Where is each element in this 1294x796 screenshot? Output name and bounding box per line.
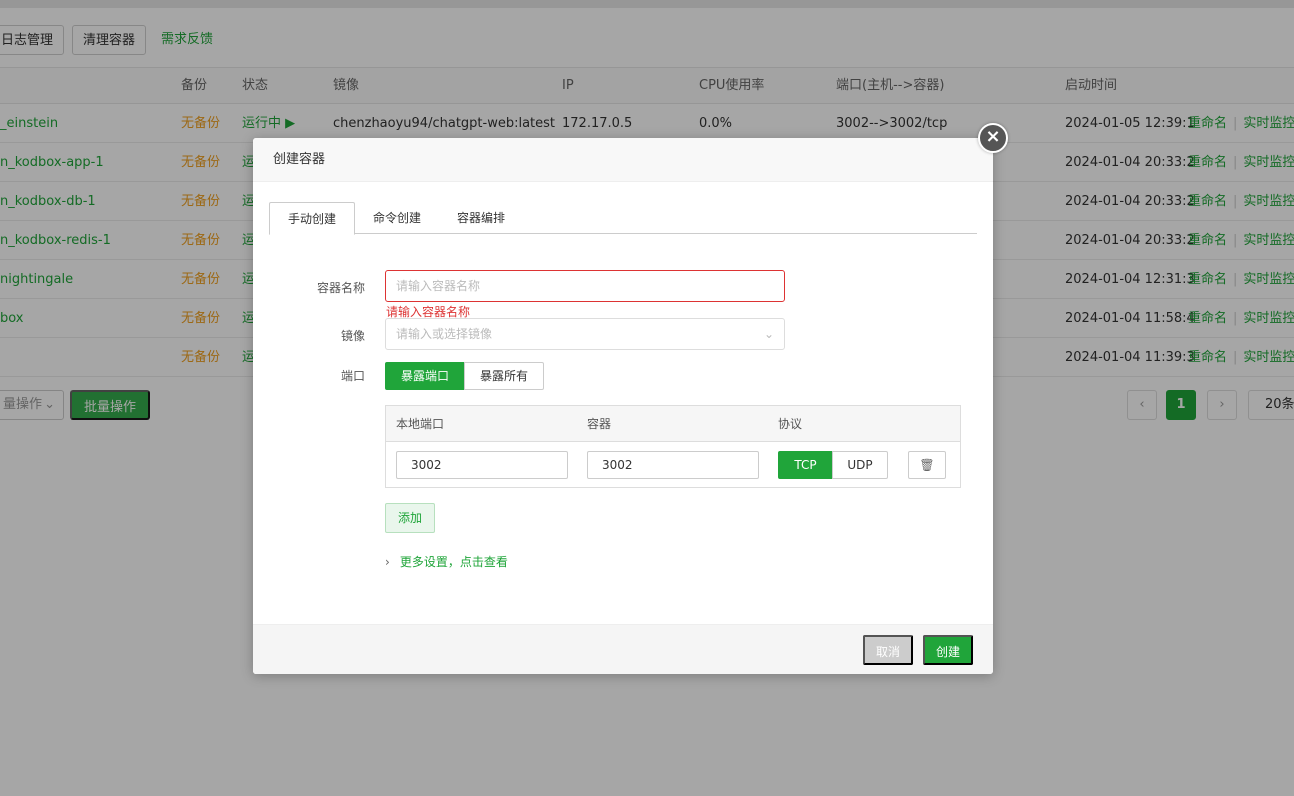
tab-manual-create[interactable]: 手动创建 (269, 202, 356, 235)
create-container-dialog: 创建容器 手动创建 命令创建 容器编排 容器名称 请输入容器名称 请输入容器名称… (253, 138, 993, 674)
container-name-input[interactable]: 请输入容器名称 (385, 270, 785, 302)
trash-icon: 🗑 (919, 458, 935, 472)
dialog-header: 创建容器 (253, 138, 993, 182)
add-port-button[interactable]: 添加 (385, 503, 435, 533)
delete-port-button[interactable]: 🗑 (908, 451, 946, 479)
image-label: 镜像 (340, 329, 365, 343)
local-port-input[interactable]: 3002 (396, 451, 568, 479)
port-mapping-table: 本地端口 容器 协议 3002 3002 TCP UDP 🗑 (385, 405, 961, 488)
container-port-input[interactable]: 3002 (587, 451, 759, 479)
tcp-toggle[interactable]: TCP (778, 451, 833, 479)
expose-all-toggle[interactable]: 暴露所有 (464, 362, 544, 390)
port-label: 端口 (340, 369, 365, 383)
cancel-button[interactable]: 取消 (863, 635, 913, 665)
dialog-footer: 取消 创建 (253, 624, 993, 674)
chevron-down-icon: ⌄ (763, 327, 774, 341)
col-protocol: 协议 (778, 417, 803, 431)
image-select-placeholder: 请输入或选择镜像 (396, 327, 493, 341)
udp-toggle[interactable]: UDP (832, 451, 888, 479)
close-icon[interactable]: × (978, 123, 1008, 153)
tab-compose[interactable]: 容器编排 (439, 202, 523, 234)
expose-port-toggle[interactable]: 暴露端口 (385, 362, 465, 390)
col-local-port: 本地端口 (396, 417, 445, 431)
create-mode-tabs: 手动创建 命令创建 容器编排 (269, 202, 977, 235)
col-container-port: 容器 (587, 417, 612, 431)
more-settings-label: 更多设置，点击查看 (399, 555, 508, 569)
dialog-title: 创建容器 (273, 152, 326, 167)
tab-command-create[interactable]: 命令创建 (355, 202, 439, 234)
more-settings-toggle[interactable]: › 更多设置，点击查看 (385, 552, 508, 572)
image-select[interactable]: 请输入或选择镜像 ⌄ (385, 318, 785, 350)
container-name-label: 容器名称 (316, 281, 365, 295)
create-button[interactable]: 创建 (923, 635, 973, 665)
chevron-right-icon: › (385, 555, 390, 569)
port-table-header: 本地端口 容器 协议 (386, 406, 960, 442)
